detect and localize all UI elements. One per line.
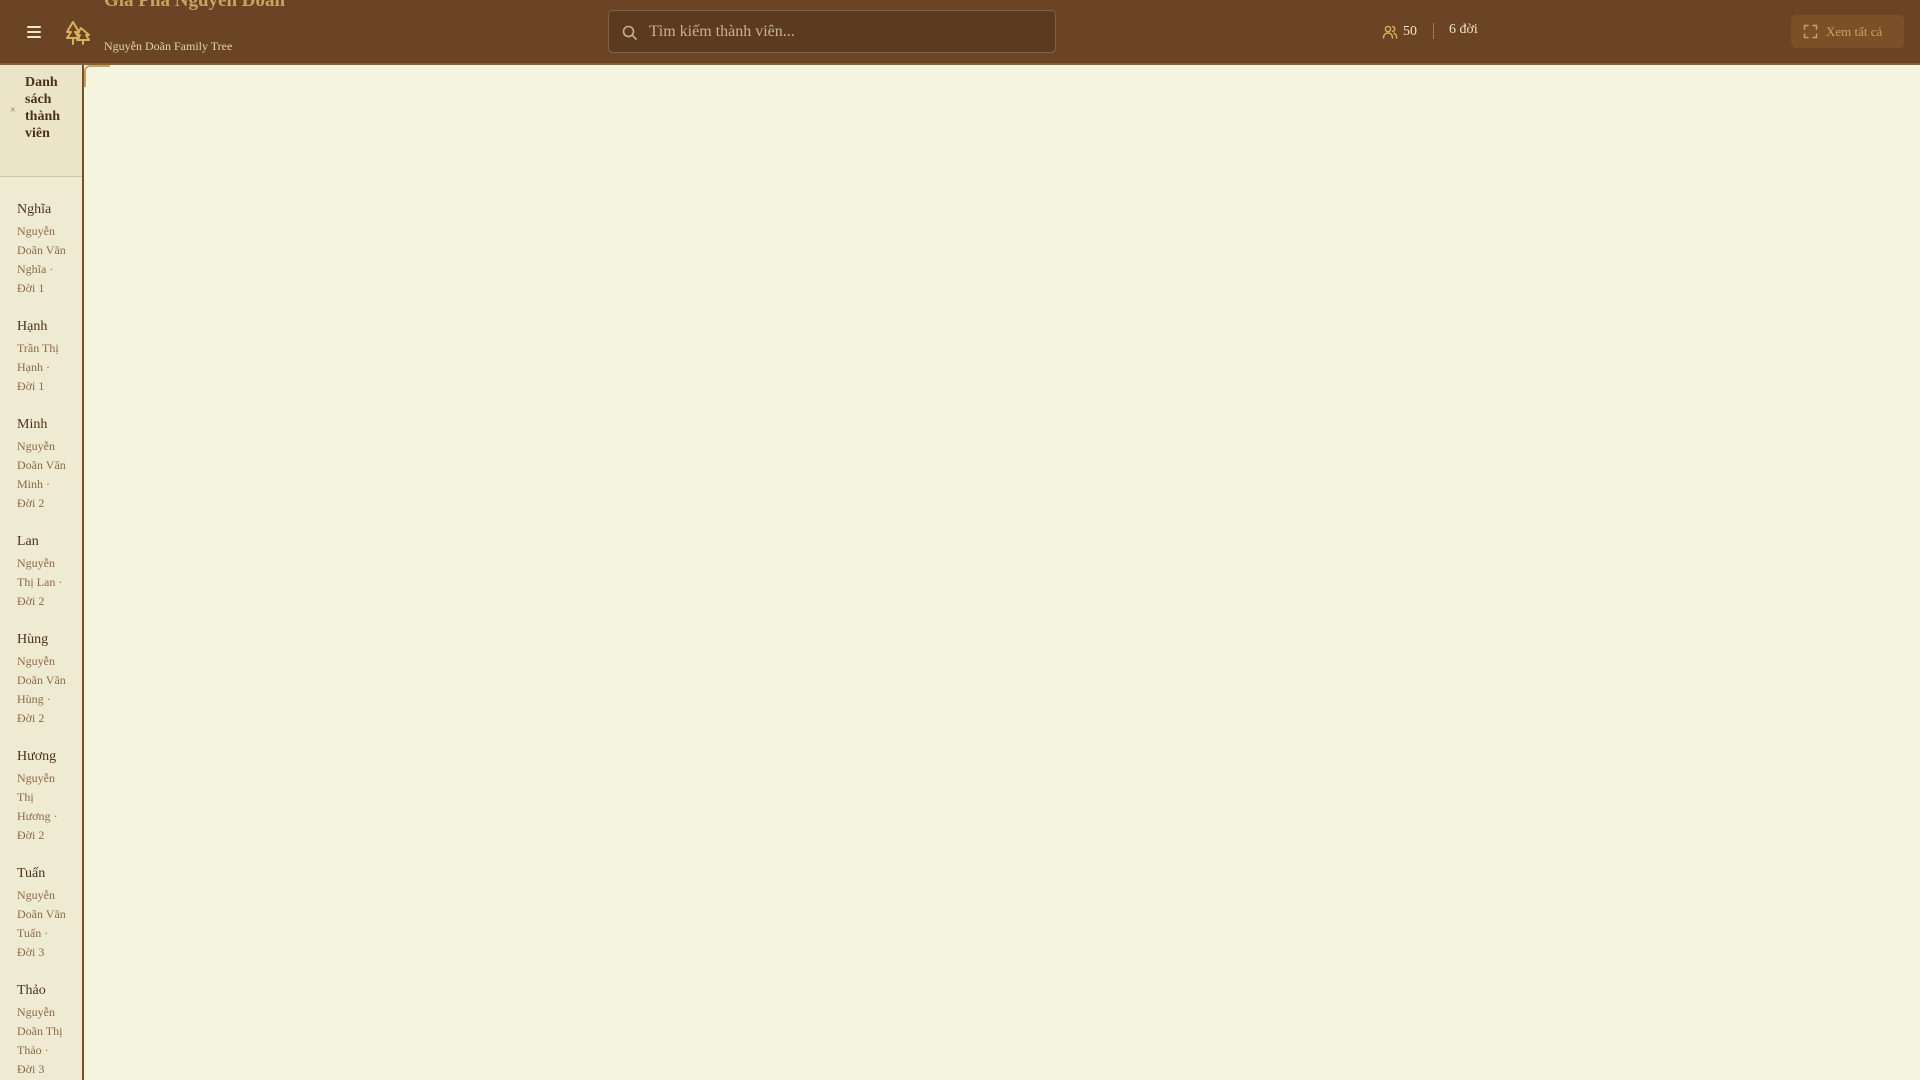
member-detail: Trần Thị Hạnh · Đời 1 — [17, 341, 59, 393]
list-item[interactable]: Minh Nguyễn Doãn Văn Minh · Đời 2 — [0, 408, 82, 525]
member-detail: Nguyễn Doãn Văn Hùng · Đời 2 — [17, 654, 66, 725]
hamburger-icon[interactable] — [22, 18, 46, 46]
member-count: 50 — [1403, 24, 1417, 39]
top-header: Gia Phả Nguyễn Doãn Nguyễn Doãn Family T… — [0, 0, 1920, 65]
member-short-name: Nghĩa — [17, 202, 52, 217]
sidebar-title: Danh sách thành viên — [25, 75, 61, 141]
view-all-button[interactable]: Xem tất cả — [1791, 15, 1904, 48]
expand-icon — [1803, 24, 1818, 39]
list-item[interactable]: Thảo Nguyễn Doãn Thị Thảo · Đời 3 — [0, 974, 82, 1080]
member-short-name: Hùng — [17, 632, 49, 647]
view-all-label: Xem tất cả — [1826, 23, 1883, 39]
member-short-name: Minh — [17, 417, 48, 432]
sidebar-header: × Danh sách thành viên — [0, 65, 82, 177]
search-input[interactable] — [647, 11, 1047, 52]
member-short-name: Hạnh — [17, 319, 48, 334]
app-title: Gia Phả Nguyễn Doãn — [104, 0, 286, 11]
member-detail: Nguyễn Doãn Văn Minh · Đời 2 — [17, 439, 66, 510]
canvas-corner-accent — [84, 65, 110, 87]
member-short-name: Lan — [17, 534, 39, 549]
tree-icon — [66, 21, 90, 45]
search-icon — [622, 25, 637, 40]
tree-canvas[interactable] — [84, 65, 1920, 1080]
member-detail: Nguyễn Doãn Văn Nghĩa · Đời 1 — [17, 224, 66, 295]
member-detail: Nguyễn Thị Lan · Đời 2 — [17, 556, 63, 608]
member-detail: Nguyễn Doãn Thị Thảo · Đời 3 — [17, 1005, 63, 1076]
member-list: Nghĩa Nguyễn Doãn Văn Nghĩa · Đời 1 Hạnh… — [0, 177, 82, 1080]
generation-count: 6 đời — [1449, 22, 1478, 37]
users-icon — [1382, 25, 1398, 39]
member-short-name: Tuấn — [17, 866, 46, 881]
list-item[interactable]: Hương Nguyễn Thị Hương · Đời 2 — [0, 740, 82, 857]
stat-divider — [1433, 23, 1434, 39]
member-detail: Nguyễn Doãn Văn Tuấn · Đời 3 — [17, 888, 66, 959]
member-short-name: Hương — [17, 749, 57, 764]
list-item[interactable]: Tuấn Nguyễn Doãn Văn Tuấn · Đời 3 — [0, 857, 82, 974]
list-item[interactable]: Hùng Nguyễn Doãn Văn Hùng · Đời 2 — [0, 623, 82, 740]
close-icon[interactable]: × — [10, 105, 16, 116]
list-item[interactable]: Lan Nguyễn Thị Lan · Đời 2 — [0, 525, 82, 623]
search-box — [608, 10, 1056, 53]
member-count-stat: 50 — [1382, 22, 1417, 42]
app-subtitle: Nguyễn Doãn Family Tree — [104, 39, 233, 53]
member-detail: Nguyễn Thị Hương · Đời 2 — [17, 771, 58, 842]
member-sidebar: × Danh sách thành viên Nghĩa Nguyễn Doãn… — [0, 65, 84, 1080]
member-short-name: Thảo — [17, 983, 46, 998]
list-item[interactable]: Nghĩa Nguyễn Doãn Văn Nghĩa · Đời 1 — [0, 193, 82, 310]
list-item[interactable]: Hạnh Trần Thị Hạnh · Đời 1 — [0, 310, 82, 408]
